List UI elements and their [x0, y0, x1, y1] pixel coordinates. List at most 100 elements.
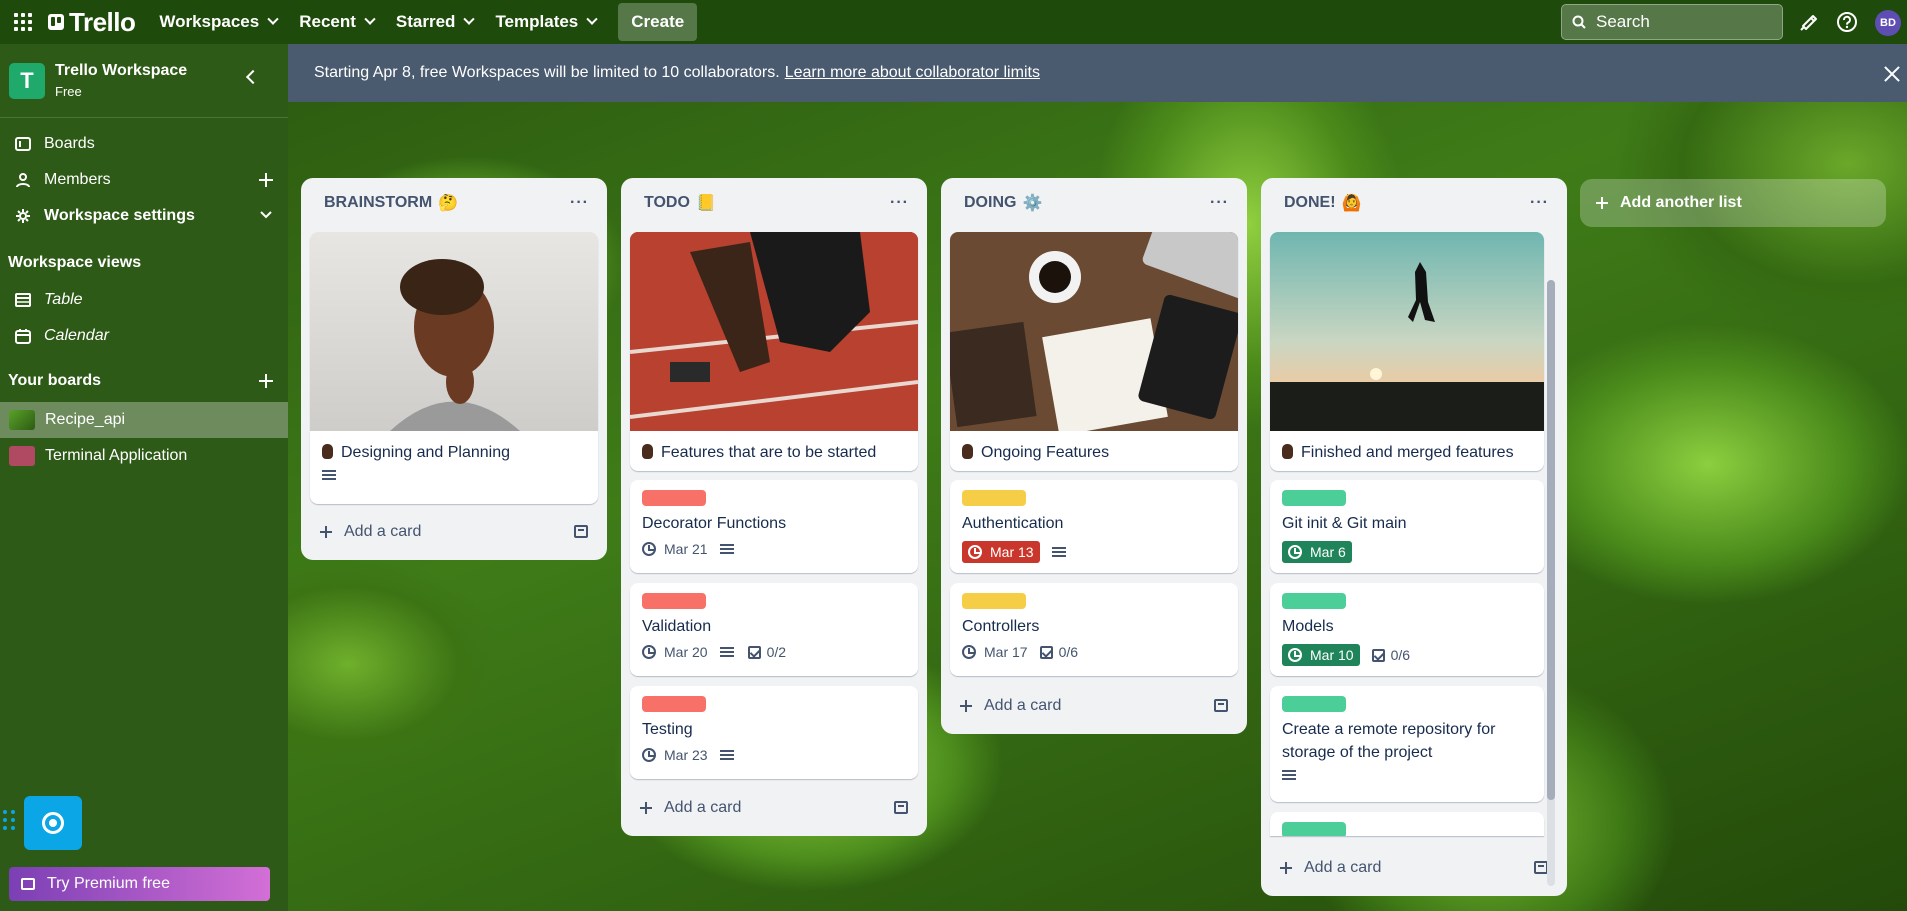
banner-link[interactable]: Learn more about collaborator limits: [785, 64, 1040, 82]
card-template-icon[interactable]: [894, 801, 908, 814]
due-date-badge[interactable]: Mar 20: [642, 644, 708, 660]
card-title: Create a remote repository for storage o…: [1282, 721, 1496, 761]
collapse-sidebar-icon[interactable]: [245, 69, 261, 85]
nav-workspaces[interactable]: Workspaces: [159, 12, 279, 32]
list-card[interactable]: Validation Mar 20 0/2: [630, 583, 918, 676]
add-card-button[interactable]: Add a card: [310, 514, 598, 550]
list-card[interactable]: Testing Mar 23: [630, 686, 918, 779]
sidebar-board-terminal-application[interactable]: Terminal Application: [0, 438, 288, 474]
chevron-down-icon: [586, 13, 598, 25]
list-card[interactable]: Decorator Functions Mar 21: [630, 480, 918, 573]
sidebar-board-recipe-api[interactable]: Recipe_api: [0, 402, 288, 438]
card-title-text: Designing and Planning: [341, 444, 511, 461]
list-done: DONE! 🙆 ··· Finished and merged features…: [1261, 178, 1567, 896]
clock-icon: [1288, 545, 1302, 559]
card-title: Designing and Planning: [310, 431, 598, 464]
card-title: Decorator Functions: [642, 515, 787, 532]
sidebar-item-members[interactable]: Members: [0, 162, 288, 198]
sidebar-item-calendar[interactable]: Calendar: [0, 318, 288, 354]
list-header[interactable]: TODO 📒 ···: [621, 178, 927, 228]
clock-icon: [642, 645, 656, 659]
scrollbar-thumb[interactable]: [1547, 280, 1555, 800]
clock-icon: [968, 545, 982, 559]
list-card[interactable]: Controllers Mar 17 0/6: [950, 583, 1238, 676]
avatar[interactable]: BD: [1875, 10, 1901, 36]
drag-handle-icon[interactable]: [3, 810, 15, 830]
create-button[interactable]: Create: [618, 3, 698, 41]
board-name: Recipe_api: [45, 411, 126, 428]
sidebar-item-workspace-settings[interactable]: Workspace settings: [0, 198, 288, 234]
add-member-icon[interactable]: [259, 173, 273, 187]
add-card-button[interactable]: Add a card: [630, 790, 918, 826]
list-header[interactable]: DOING ⚙️ ···: [941, 178, 1247, 228]
list-card-partial[interactable]: [1270, 812, 1544, 836]
nav-templates[interactable]: Templates: [495, 12, 598, 32]
plus-icon: [1596, 197, 1608, 209]
add-card-button[interactable]: Add a card: [950, 688, 1238, 724]
search-placeholder: Search: [1596, 12, 1650, 31]
list-card[interactable]: Designing and Planning: [310, 232, 598, 504]
list-card[interactable]: Ongoing Features: [950, 232, 1238, 471]
sidebar-item-label: Boards: [44, 135, 95, 152]
list-card[interactable]: Finished and merged features: [1270, 232, 1544, 471]
list-card[interactable]: Authentication Mar 13: [950, 480, 1238, 573]
due-date-overdue-badge[interactable]: Mar 13: [962, 541, 1040, 563]
card-cover-image: [310, 232, 598, 431]
card-badges: [1270, 764, 1544, 788]
notification-icon[interactable]: [1797, 11, 1819, 33]
app-switcher-icon[interactable]: [12, 11, 34, 33]
due-date-complete-badge[interactable]: Mar 10: [1282, 644, 1360, 666]
list-card[interactable]: Models Mar 10 0/6: [1270, 583, 1544, 676]
trello-logo[interactable]: Trello: [48, 7, 136, 38]
due-date: Mar 20: [664, 644, 708, 660]
sidebar-item-table[interactable]: Table: [0, 282, 288, 318]
due-date-complete-badge[interactable]: Mar 6: [1282, 541, 1352, 563]
list-menu-icon[interactable]: ···: [1530, 194, 1549, 212]
card-template-icon[interactable]: [1214, 699, 1228, 712]
chevron-down-icon[interactable]: [259, 210, 273, 220]
your-boards-title: Your boards: [8, 372, 102, 389]
list-header[interactable]: DONE! 🙆 ···: [1261, 178, 1567, 228]
hand-emoji-icon: [642, 444, 653, 459]
list-menu-icon[interactable]: ···: [890, 194, 909, 212]
add-card-label: Add a card: [1304, 859, 1382, 876]
card-template-icon[interactable]: [1534, 861, 1548, 874]
try-premium-button[interactable]: Try Premium free: [9, 867, 270, 901]
card-label-green: [1282, 593, 1346, 609]
due-date-badge[interactable]: Mar 21: [642, 541, 708, 557]
nav-recent[interactable]: Recent: [299, 12, 376, 32]
sidebar-item-boards[interactable]: Boards: [0, 126, 288, 162]
list-header[interactable]: BRAINSTORM 🤔 ···: [301, 178, 607, 228]
list-doing: DOING ⚙️ ··· Ongoing Features Authentica…: [941, 178, 1247, 734]
plus-icon: [640, 802, 652, 814]
list-card[interactable]: Git init & Git main Mar 6: [1270, 480, 1544, 573]
add-board-icon[interactable]: [259, 374, 273, 388]
list-menu-icon[interactable]: ···: [1210, 194, 1229, 212]
checklist-badge: 0/6: [1039, 644, 1078, 660]
clock-icon: [962, 645, 976, 659]
chevron-down-icon: [463, 13, 476, 25]
due-date-badge[interactable]: Mar 17: [962, 644, 1028, 660]
nav-starred[interactable]: Starred: [396, 12, 476, 32]
search-input[interactable]: Search: [1561, 4, 1783, 40]
add-card-button[interactable]: Add a card: [1270, 850, 1558, 886]
checklist-badge: 0/6: [1371, 647, 1410, 663]
close-icon[interactable]: [1884, 66, 1900, 82]
sidebar-item-label: Table: [44, 291, 83, 308]
list-scrollbar[interactable]: [1547, 280, 1555, 886]
list-card[interactable]: Create a remote repository for storage o…: [1270, 686, 1544, 802]
workspace-logo[interactable]: T: [9, 62, 45, 99]
nav-label: Recent: [299, 12, 356, 31]
description-icon: [322, 470, 336, 480]
list-card[interactable]: Features that are to be started: [630, 232, 918, 471]
card-template-icon[interactable]: [574, 525, 588, 538]
checklist-icon: [1371, 648, 1385, 662]
description-icon: [719, 750, 734, 760]
help-icon[interactable]: [1836, 11, 1858, 33]
list-menu-icon[interactable]: ···: [570, 194, 589, 212]
workspace-name[interactable]: Trello Workspace: [55, 62, 187, 80]
add-list-button[interactable]: Add another list: [1580, 179, 1886, 227]
feedback-widget-button[interactable]: [24, 796, 82, 850]
due-date-badge[interactable]: Mar 23: [642, 747, 708, 763]
workspace-views-title: Workspace views: [8, 254, 142, 271]
